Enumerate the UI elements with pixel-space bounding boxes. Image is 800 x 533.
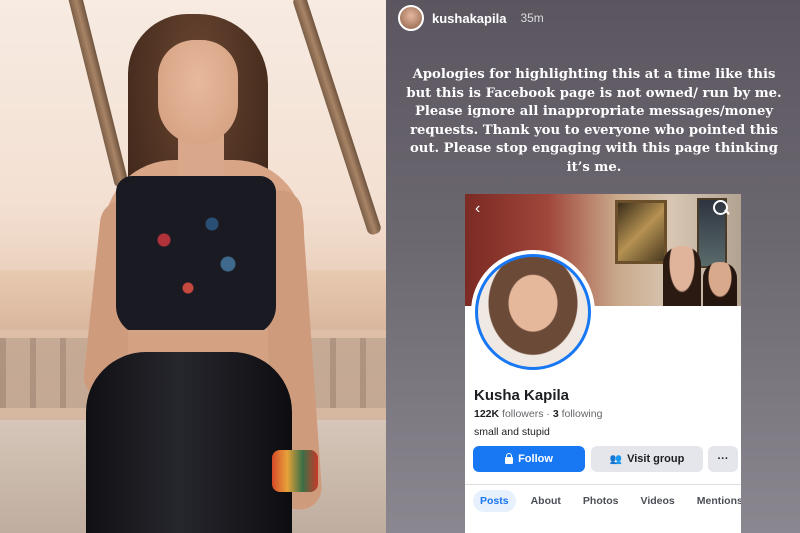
- tab-about[interactable]: About: [524, 490, 568, 512]
- tab-mentions[interactable]: Mentions: [690, 490, 741, 512]
- tab-photos[interactable]: Photos: [576, 490, 626, 512]
- cover-person: [703, 262, 737, 306]
- bangle: [272, 450, 318, 492]
- following-label: following: [561, 408, 603, 420]
- embellished-top: [116, 176, 276, 336]
- profile-stats: 122K followers · 3 following: [474, 408, 602, 420]
- visit-group-label: Visit group: [627, 453, 685, 465]
- more-options-button[interactable]: ···: [708, 446, 738, 472]
- cover-person: [663, 246, 701, 306]
- search-icon[interactable]: [711, 198, 731, 218]
- follow-button[interactable]: Follow: [473, 446, 585, 472]
- stats-separator: ·: [546, 408, 550, 420]
- lock-icon: [505, 452, 514, 464]
- followers-count[interactable]: 122K: [474, 408, 499, 420]
- palm-trunk-left: [64, 0, 130, 189]
- facebook-page-screenshot: ‹ Kusha Kapila 122K followers · 3 follow…: [465, 194, 741, 533]
- cover-painting: [615, 200, 667, 264]
- more-options-label: ···: [717, 453, 729, 465]
- profile-picture-ring: [475, 254, 591, 370]
- group-icon: 👥: [609, 453, 623, 465]
- tab-posts[interactable]: Posts: [473, 490, 516, 512]
- tab-videos[interactable]: Videos: [634, 490, 682, 512]
- face: [158, 40, 238, 144]
- story-avatar[interactable]: [398, 5, 424, 31]
- story-caption: Apologies for highlighting this at a tim…: [406, 67, 782, 175]
- visit-group-button[interactable]: 👥 Visit group: [591, 446, 703, 472]
- story-username[interactable]: kushakapila: [432, 11, 506, 26]
- profile-picture[interactable]: [471, 250, 595, 374]
- chevron-left-icon[interactable]: ‹: [475, 200, 480, 218]
- profile-name: Kusha Kapila: [474, 387, 570, 404]
- followers-label: followers: [502, 408, 544, 420]
- profile-tabs: Posts About Photos Videos Mentions: [473, 490, 741, 512]
- divider: [465, 484, 741, 485]
- follow-button-label: Follow: [518, 453, 553, 465]
- profile-bio: small and stupid: [474, 426, 550, 438]
- story-timestamp: 35m: [520, 11, 544, 25]
- palm-trunk-right: [291, 0, 383, 237]
- following-count[interactable]: 3: [553, 408, 559, 420]
- black-skirt: [86, 352, 292, 533]
- story-header: kushakapila 35m: [398, 4, 544, 32]
- instagram-story: kushakapila 35m Apologies for highlighti…: [386, 0, 800, 533]
- portrait-photo: [0, 0, 386, 533]
